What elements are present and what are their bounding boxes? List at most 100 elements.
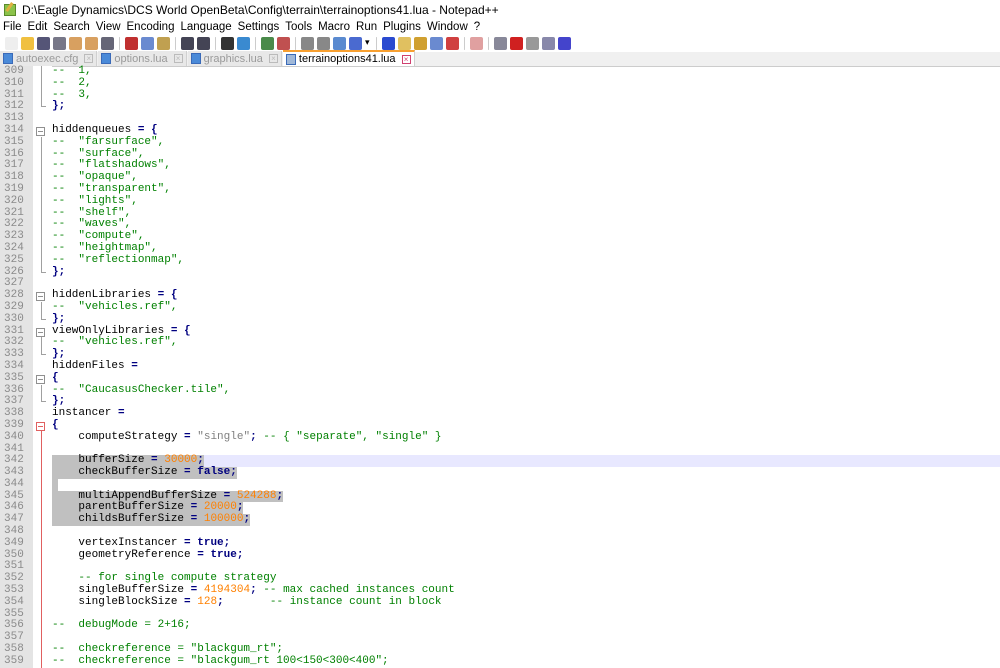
new-file-icon[interactable]	[5, 36, 18, 50]
fold-margin[interactable]	[33, 77, 52, 90]
fold-collapse-icon[interactable]	[36, 421, 45, 431]
menu-macro[interactable]: Macro	[318, 21, 350, 33]
fold-margin[interactable]	[33, 372, 52, 385]
fold-margin[interactable]	[33, 478, 52, 491]
fold-margin[interactable]	[33, 337, 52, 350]
cut-icon[interactable]	[125, 36, 138, 50]
fold-margin[interactable]	[33, 655, 52, 668]
stop-macro-icon[interactable]	[510, 36, 523, 50]
close-all-icon[interactable]	[85, 36, 98, 50]
menu-window[interactable]: Window	[427, 21, 468, 33]
fold-margin[interactable]	[33, 573, 52, 586]
menu-run[interactable]: Run	[356, 21, 377, 33]
close-tab-icon[interactable]: ×	[173, 54, 183, 63]
zoom-out-icon[interactable]	[277, 36, 290, 50]
monitor-icon[interactable]	[470, 36, 483, 50]
close-icon[interactable]	[69, 36, 82, 50]
menu-plugins[interactable]: Plugins	[383, 21, 421, 33]
menu-search[interactable]: Search	[53, 21, 89, 33]
fold-margin[interactable]	[33, 172, 52, 184]
fold-margin[interactable]	[33, 124, 52, 137]
fold-margin[interactable]	[33, 608, 52, 621]
fold-margin[interactable]	[33, 160, 52, 173]
menu-encoding[interactable]: Encoding	[127, 21, 175, 33]
zoom-in-icon[interactable]	[261, 36, 274, 50]
find-icon[interactable]	[221, 36, 234, 50]
tab-autoexec-cfg[interactable]: autoexec.cfg ×	[0, 51, 98, 66]
function-list-icon[interactable]	[430, 36, 443, 50]
fold-margin[interactable]	[33, 266, 52, 279]
fold-collapse-icon[interactable]	[36, 374, 45, 384]
fold-margin[interactable]	[33, 620, 52, 633]
fold-margin[interactable]	[33, 301, 52, 314]
undo-icon[interactable]	[181, 36, 194, 50]
play-macro-icon[interactable]	[526, 36, 539, 50]
open-file-icon[interactable]	[21, 36, 34, 50]
indent-guide-icon[interactable]	[382, 36, 395, 50]
fold-margin[interactable]	[33, 219, 52, 232]
fold-margin[interactable]	[33, 632, 52, 645]
fold-margin[interactable]	[33, 101, 52, 114]
fold-margin[interactable]	[33, 349, 52, 361]
record-macro-icon[interactable]	[494, 36, 507, 50]
save-macro-icon[interactable]	[558, 36, 571, 50]
fold-margin[interactable]	[33, 644, 52, 656]
close-tab-icon[interactable]: ×	[401, 54, 411, 64]
fold-margin[interactable]	[33, 561, 52, 574]
menu-file[interactable]: File	[3, 21, 22, 33]
close-tab-icon[interactable]: ×	[268, 54, 278, 63]
copy-icon[interactable]	[141, 36, 154, 50]
save-all-icon[interactable]	[53, 36, 66, 50]
fold-margin[interactable]	[33, 242, 52, 255]
paste-icon[interactable]	[157, 36, 170, 50]
fold-margin[interactable]	[33, 195, 52, 208]
sync-v-icon[interactable]	[301, 36, 314, 50]
fold-margin[interactable]	[33, 514, 52, 527]
save-icon[interactable]	[37, 36, 50, 50]
close-tab-icon[interactable]: ×	[84, 54, 94, 63]
fold-margin[interactable]	[33, 585, 52, 597]
tab-graphics-lua[interactable]: graphics.lua ×	[187, 51, 282, 66]
menu-language[interactable]: Language	[180, 21, 231, 33]
fold-margin[interactable]	[33, 467, 52, 479]
fold-margin[interactable]	[33, 183, 52, 196]
fold-margin[interactable]	[33, 113, 52, 125]
fold-margin[interactable]	[33, 290, 52, 302]
menu-settings[interactable]: Settings	[238, 21, 280, 33]
fold-collapse-icon[interactable]	[36, 327, 45, 337]
sync-h-icon[interactable]	[317, 36, 330, 50]
doc-map-icon[interactable]	[414, 36, 427, 50]
run-macro-multiple-icon[interactable]	[542, 36, 555, 50]
fold-margin[interactable]	[33, 396, 52, 409]
fold-margin[interactable]	[33, 66, 52, 78]
folder-workspace-icon[interactable]	[446, 36, 459, 50]
fold-margin[interactable]	[33, 419, 52, 432]
dropdown-icon[interactable]: ▾	[365, 37, 371, 50]
print-icon[interactable]	[101, 36, 114, 50]
tab-options-lua[interactable]: options.lua ×	[98, 51, 187, 66]
fold-margin[interactable]	[33, 408, 52, 420]
show-all-chars-icon[interactable]	[349, 36, 362, 50]
fold-margin[interactable]	[33, 431, 52, 444]
fold-margin[interactable]	[33, 384, 52, 397]
fold-margin[interactable]	[33, 136, 52, 149]
fold-margin[interactable]	[33, 148, 52, 161]
fold-margin[interactable]	[33, 254, 52, 267]
fold-margin[interactable]	[33, 231, 52, 243]
fold-margin[interactable]	[33, 549, 52, 562]
fold-margin[interactable]	[33, 502, 52, 515]
fold-margin[interactable]	[33, 526, 52, 538]
menu-view[interactable]: View	[96, 21, 121, 33]
redo-icon[interactable]	[197, 36, 210, 50]
menu-edit[interactable]: Edit	[28, 21, 48, 33]
replace-icon[interactable]	[237, 36, 250, 50]
fold-margin[interactable]	[33, 89, 52, 102]
fold-collapse-icon[interactable]	[36, 126, 45, 136]
fold-margin[interactable]	[33, 443, 52, 456]
udl-icon[interactable]	[398, 36, 411, 50]
fold-margin[interactable]	[33, 596, 52, 609]
fold-margin[interactable]	[33, 360, 52, 373]
menu-tools[interactable]: Tools	[285, 21, 312, 33]
code-editor[interactable]: 309 -- 1, 310 -- 2, 311 -- 3, 312}; 313 314 hidde…	[0, 65, 1000, 668]
fold-margin[interactable]	[33, 455, 52, 468]
